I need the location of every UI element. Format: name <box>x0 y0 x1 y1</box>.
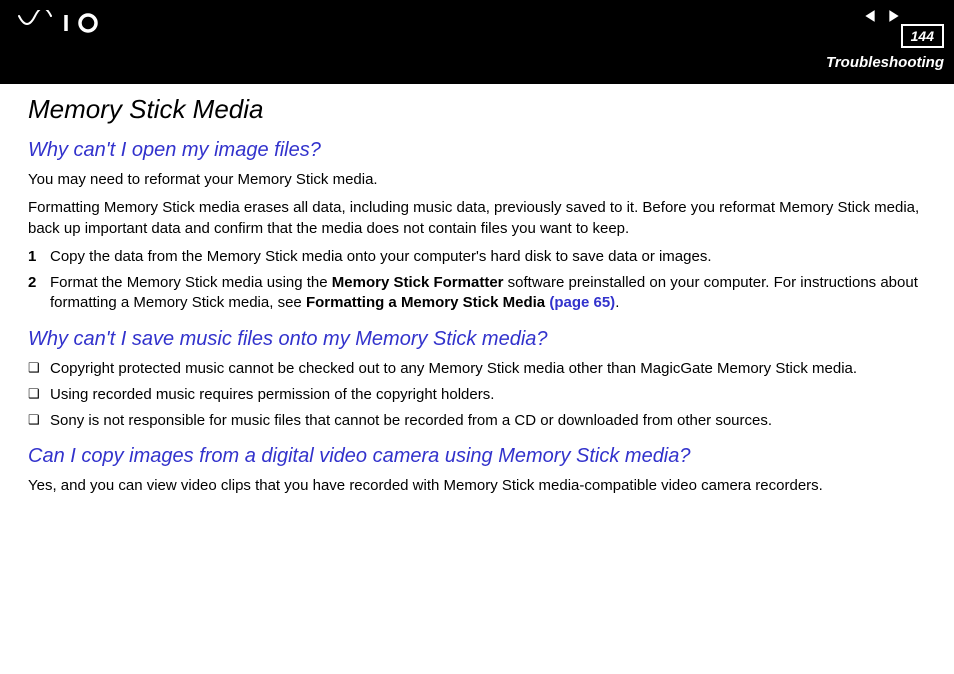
step-text: Format the Memory Stick media using the … <box>50 273 932 314</box>
page-content: Memory Stick Media Why can't I open my i… <box>0 84 954 497</box>
section-label: Troubleshooting <box>826 54 944 71</box>
reference-title: Formatting a Memory Stick Media <box>306 294 545 311</box>
bullet-text: Sony is not responsible for music files … <box>50 411 932 431</box>
paragraph: Yes, and you can view video clips that y… <box>28 476 932 496</box>
page-title: Memory Stick Media <box>28 94 932 125</box>
question-heading-2: Why can't I save music files onto my Mem… <box>28 328 932 351</box>
bullet-icon: ❑ <box>28 411 50 431</box>
paragraph: Formatting Memory Stick media erases all… <box>28 198 932 239</box>
page-number: 144 <box>901 24 944 48</box>
prev-page-arrow-icon[interactable] <box>860 8 880 24</box>
nav-arrows <box>860 8 904 24</box>
ordered-step-2: 2 Format the Memory Stick media using th… <box>28 273 932 314</box>
bullet-item: ❑ Sony is not responsible for music file… <box>28 411 932 431</box>
ordered-step-1: 1 Copy the data from the Memory Stick me… <box>28 247 932 267</box>
next-page-arrow-icon[interactable] <box>884 8 904 24</box>
step-text: Copy the data from the Memory Stick medi… <box>50 247 932 267</box>
bullet-item: ❑ Using recorded music requires permissi… <box>28 385 932 405</box>
software-name: Memory Stick Formatter <box>332 274 504 291</box>
page-reference-link[interactable]: (page 65) <box>545 294 615 311</box>
step-number: 2 <box>28 273 50 314</box>
question-heading-1: Why can't I open my image files? <box>28 139 932 162</box>
question-heading-3: Can I copy images from a digital video c… <box>28 445 932 468</box>
step-number: 1 <box>28 247 50 267</box>
bullet-icon: ❑ <box>28 359 50 379</box>
vaio-logo <box>18 10 108 41</box>
paragraph: You may need to reformat your Memory Sti… <box>28 170 932 190</box>
bullet-text: Using recorded music requires permission… <box>50 385 932 405</box>
bullet-text: Copyright protected music cannot be chec… <box>50 359 932 379</box>
page-header: 144 Troubleshooting <box>0 0 954 84</box>
text-run: Format the Memory Stick media using the <box>50 274 332 291</box>
bullet-icon: ❑ <box>28 385 50 405</box>
text-run: . <box>615 294 619 311</box>
bullet-item: ❑ Copyright protected music cannot be ch… <box>28 359 932 379</box>
